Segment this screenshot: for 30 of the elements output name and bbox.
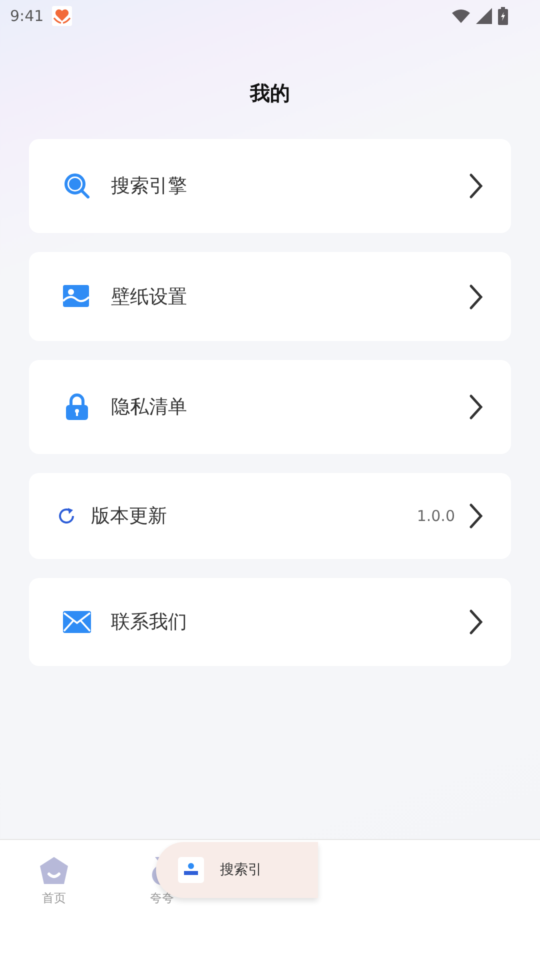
chevron-right-icon <box>469 284 483 310</box>
menu-item[interactable]: 联系我们 <box>29 578 511 666</box>
home-icon <box>39 856 69 886</box>
signal-icon <box>476 8 492 24</box>
chevron-right-icon <box>469 173 483 199</box>
chevron-right-icon <box>469 609 483 635</box>
menu-item[interactable]: 搜索引擎 <box>29 139 511 233</box>
version-number: 1.0.0 <box>416 507 455 525</box>
toast-text: 搜索引 <box>220 861 262 879</box>
menu-label: 版本更新 <box>91 504 167 529</box>
menu-item[interactable]: 隐私清单 <box>29 360 511 454</box>
status-time: 9:41 <box>10 7 44 25</box>
heart-hands-icon <box>52 6 72 26</box>
wifi-icon <box>452 9 470 23</box>
menu-label: 隐私清单 <box>111 395 187 420</box>
app-icon <box>178 857 204 883</box>
battery-icon <box>498 7 508 25</box>
image-icon <box>63 284 91 308</box>
chevron-right-icon <box>469 394 483 420</box>
chevron-right-icon <box>469 503 483 529</box>
menu-label: 搜索引擎 <box>111 174 187 199</box>
refresh-icon <box>57 506 77 526</box>
menu-label: 壁纸设置 <box>111 284 187 310</box>
mail-icon <box>63 611 91 633</box>
search-icon <box>63 172 91 200</box>
page-title: 我的 <box>248 80 291 107</box>
menu-item[interactable]: 版本更新 1.0.0 <box>29 473 511 559</box>
menu-label: 联系我们 <box>111 610 187 635</box>
lock-icon <box>63 393 91 421</box>
menu-item[interactable]: 壁纸设置 <box>29 252 511 341</box>
